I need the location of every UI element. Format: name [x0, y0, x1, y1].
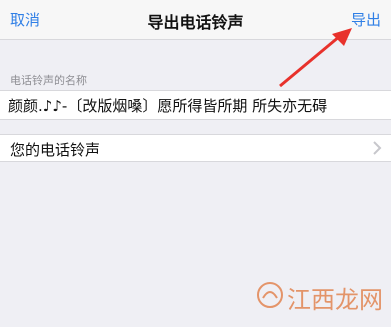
watermark-logo-icon	[257, 282, 283, 308]
my-ringtones-row[interactable]: 您的电话铃声	[0, 134, 391, 162]
chevron-right-icon	[373, 141, 382, 155]
ringtone-name-field[interactable]: 颜颜.♪♪-〔改版烟嗓〕愿所得皆所期 所失亦无碍	[8, 95, 391, 116]
annotation-arrow-icon	[279, 28, 352, 88]
watermark: 江西龙网	[255, 278, 387, 318]
watermark-text: 江西龙网	[287, 286, 383, 314]
my-ringtones-label: 您的电话铃声	[10, 141, 101, 159]
ringtone-name-row: 颜颜.♪♪-〔改版烟嗓〕愿所得皆所期 所失亦无碍	[0, 90, 391, 120]
ringtone-name-section-label: 电话铃声的名称	[10, 74, 87, 87]
